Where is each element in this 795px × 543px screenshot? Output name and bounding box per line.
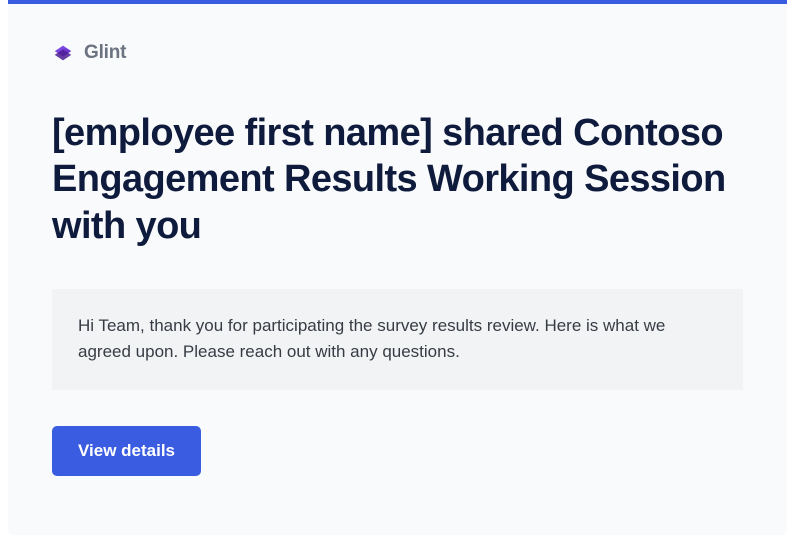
view-details-button[interactable]: View details — [52, 426, 201, 476]
message-box: Hi Team, thank you for participating the… — [52, 289, 743, 390]
glint-logo-icon — [52, 42, 74, 64]
message-text: Hi Team, thank you for participating the… — [78, 316, 665, 361]
email-body: Glint [employee first name] shared Conto… — [8, 4, 787, 520]
email-headline: [employee first name] shared Contoso Eng… — [52, 110, 743, 249]
brand-row: Glint — [52, 42, 743, 64]
brand-name: Glint — [84, 42, 126, 64]
email-card: Glint [employee first name] shared Conto… — [8, 0, 787, 535]
